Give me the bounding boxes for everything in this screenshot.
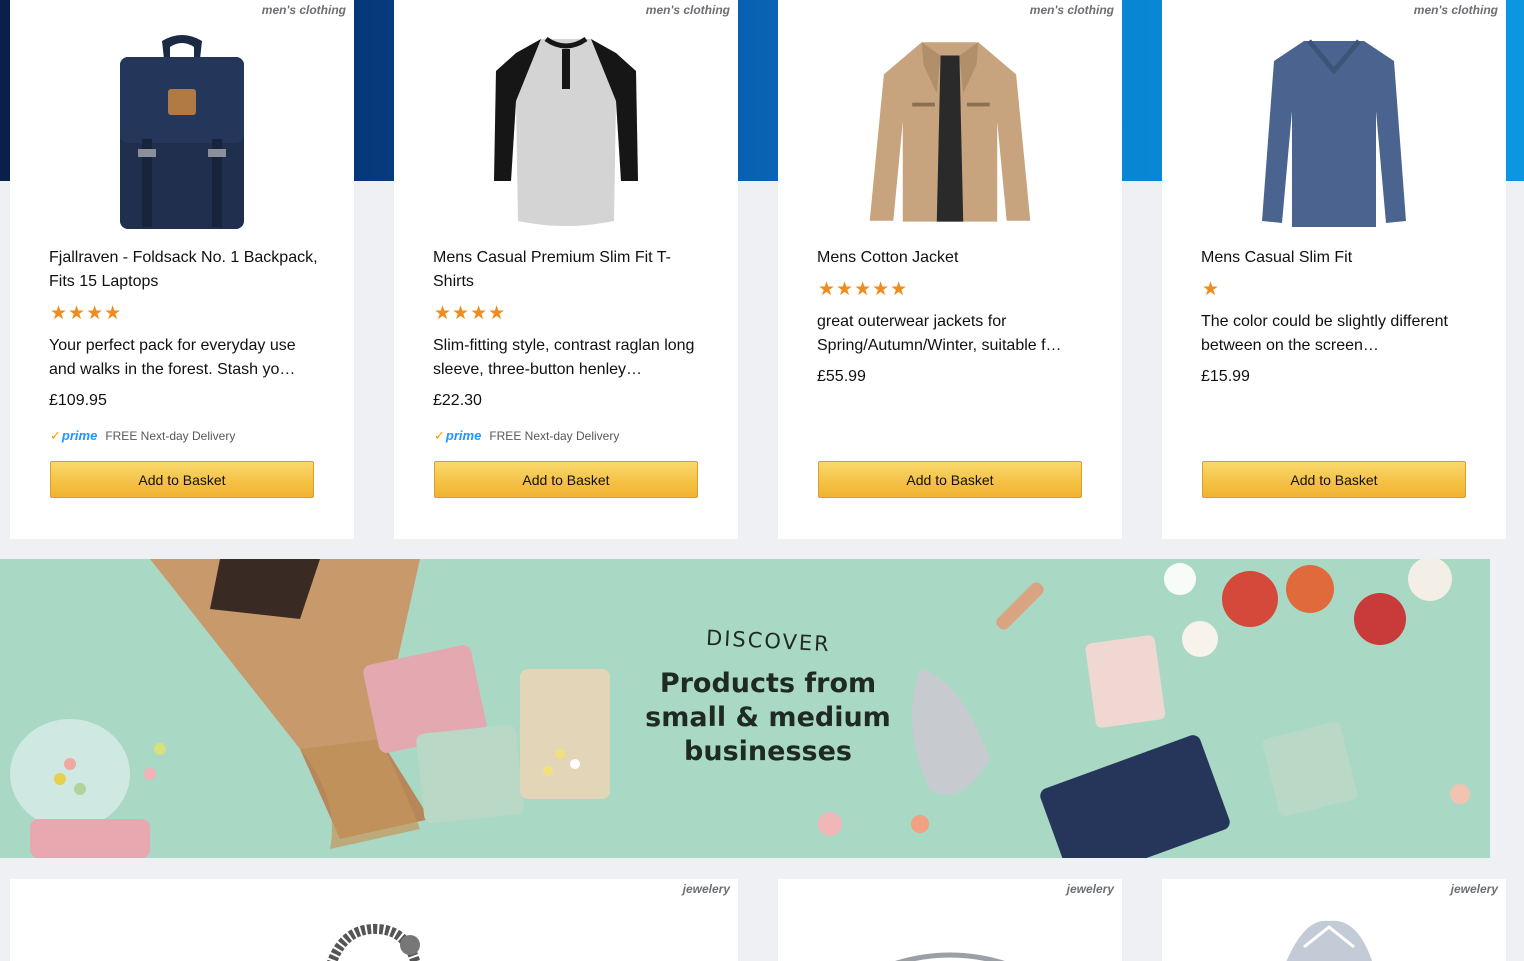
delivery-text: FREE Next-day Delivery: [489, 429, 620, 443]
backpack-image[interactable]: [97, 28, 267, 234]
product-title[interactable]: Mens Casual Premium Slim Fit T-Shirts: [433, 246, 703, 294]
delivery-text: FREE Next-day Delivery: [105, 429, 236, 443]
product-card: men's clothing Mens Casual Slim Fit ★ Th…: [1162, 0, 1506, 539]
product-description: The color could be slightly different be…: [1201, 313, 1448, 354]
product-price: £22.30: [433, 392, 482, 409]
product-category: jewelery: [1066, 882, 1114, 896]
banner-title: Products from small & medium businesses: [620, 667, 916, 769]
promo-banner[interactable]: DISCOVER Products from small & medium bu…: [0, 559, 1490, 858]
product-description: Your perfect pack for everyday use and w…: [49, 337, 296, 378]
product-description: Slim-fitting style, contrast raglan long…: [433, 337, 695, 378]
rating-stars: ★★★★: [434, 303, 507, 324]
banner-kicker: DISCOVER: [705, 625, 831, 657]
product-card: jewelery: [778, 879, 1122, 961]
jacket-image[interactable]: [865, 28, 1035, 234]
product-category: men's clothing: [1413, 3, 1498, 17]
product-card: men's clothing Mens Cotton Jacket ★★★★★ …: [778, 0, 1122, 539]
sweater-image[interactable]: [1249, 28, 1419, 234]
add-to-basket-button[interactable]: Add to Basket: [434, 461, 698, 498]
add-to-basket-button[interactable]: Add to Basket: [1202, 461, 1466, 498]
prime-logo-icon: ✓prime: [50, 428, 98, 443]
product-category: men's clothing: [645, 3, 730, 17]
banner-line-1: Products from: [659, 668, 877, 699]
banner-line-3: businesses: [684, 736, 852, 767]
prime-delivery: ✓prime FREE Next-day Delivery: [434, 428, 619, 444]
ring-image[interactable]: [880, 949, 1020, 961]
product-category: jewelery: [682, 882, 730, 896]
add-to-basket-button[interactable]: Add to Basket: [818, 461, 1082, 498]
add-to-basket-button[interactable]: Add to Basket: [50, 461, 314, 498]
banner-text: DISCOVER Products from small & medium bu…: [620, 625, 916, 769]
product-card: men's clothing Fjallraven - Foldsack No.…: [10, 0, 354, 539]
product-card: jewelery: [1162, 879, 1506, 961]
product-price: £109.95: [49, 392, 107, 409]
product-category: men's clothing: [261, 3, 346, 17]
prime-logo-icon: ✓prime: [434, 428, 482, 443]
rating-stars: ★★★★★: [818, 279, 909, 300]
product-price: £55.99: [817, 368, 866, 385]
rating-stars: ★: [1202, 279, 1221, 300]
tshirt-image[interactable]: [481, 28, 651, 234]
product-card: men's clothing Mens Casual Premium Slim …: [394, 0, 738, 539]
diamond-ring-image[interactable]: [1274, 917, 1384, 961]
product-description: great outerwear jackets for Spring/Autum…: [817, 313, 1062, 354]
bracelet-image[interactable]: [318, 917, 428, 961]
product-category: jewelery: [1450, 882, 1498, 896]
product-title[interactable]: Fjallraven - Foldsack No. 1 Backpack, Fi…: [49, 246, 319, 294]
rating-stars: ★★★★: [50, 303, 123, 324]
product-category: men's clothing: [1029, 3, 1114, 17]
product-title[interactable]: Mens Cotton Jacket: [817, 246, 1087, 270]
prime-delivery: ✓prime FREE Next-day Delivery: [50, 428, 235, 444]
product-card: jewelery: [10, 879, 738, 961]
product-title[interactable]: Mens Casual Slim Fit: [1201, 246, 1471, 270]
banner-line-2: small & medium: [645, 702, 891, 733]
product-price: £15.99: [1201, 368, 1250, 385]
